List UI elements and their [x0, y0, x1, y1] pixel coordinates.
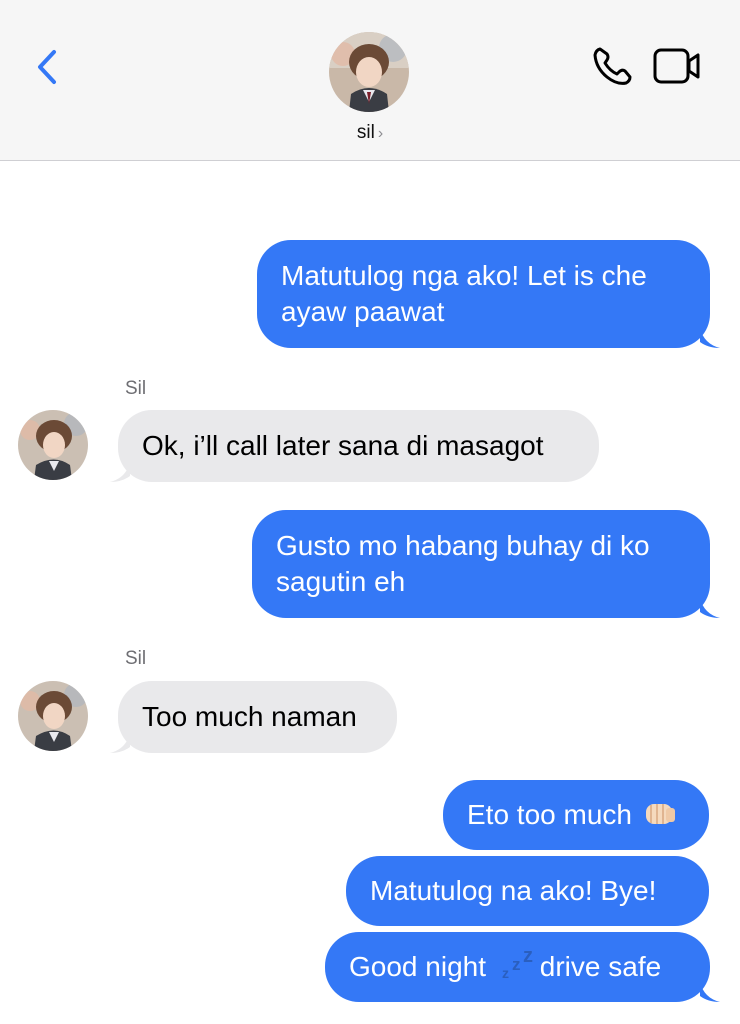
outgoing-message[interactable]: Eto too much — [443, 780, 709, 850]
chevron-right-icon: › — [377, 125, 384, 142]
incoming-message[interactable]: Too much naman — [118, 681, 397, 753]
bubble-tail — [700, 598, 720, 618]
phone-icon — [593, 47, 632, 85]
conversation-header: sil › — [0, 0, 740, 161]
outgoing-message[interactable]: Matutulog na ako! Bye! — [346, 856, 709, 926]
avatar-photo — [18, 410, 88, 480]
incoming-message[interactable]: Ok, i’ll call later sana di masagot — [118, 410, 599, 482]
outgoing-message[interactable]: Gusto mo habang buhay di ko sagutin eh — [252, 510, 710, 618]
message-text-end: drive safe — [539, 951, 662, 982]
sender-label: Sil — [125, 648, 147, 669]
message-text: Matutulog nga ako! Let is che ayaw paawa… — [281, 260, 647, 327]
contact-name: sil — [356, 122, 375, 143]
outgoing-message[interactable]: Good night z z z drive safe — [325, 932, 710, 1002]
message-text: Too much naman — [142, 701, 357, 732]
bubble-tail — [110, 462, 130, 482]
messages-screen: sil › Matutulog nga ako! Let is che ayaw … — [0, 0, 740, 1024]
avatar-photo — [329, 32, 409, 112]
message-text: Matutulog na ako! Bye! — [370, 875, 657, 906]
message-text-start: Good night — [349, 951, 486, 982]
outgoing-message[interactable]: Matutulog nga ako! Let is che ayaw paawa… — [257, 240, 710, 348]
avatar-photo — [18, 681, 88, 751]
sender-label: Sil — [125, 378, 147, 399]
bubble-tail — [700, 328, 720, 348]
sender-avatar[interactable] — [18, 410, 88, 480]
video-camera-icon — [653, 48, 700, 84]
sender-avatar[interactable] — [18, 681, 88, 751]
fist-bump-icon — [645, 803, 675, 824]
video-call-button[interactable] — [652, 46, 702, 86]
svg-text:z: z — [512, 955, 521, 974]
svg-text:z: z — [502, 965, 509, 981]
zzz-icon: z z z — [502, 946, 533, 981]
chevron-left-icon — [38, 50, 56, 84]
message-text: Eto too much — [467, 799, 632, 830]
back-button[interactable] — [30, 46, 64, 88]
contact-avatar[interactable] — [329, 32, 409, 112]
message-text: Ok, i’ll call later sana di masagot — [142, 430, 544, 461]
bubble-tail — [700, 982, 720, 1002]
contact-name-button[interactable]: sil › — [0, 122, 740, 144]
message-text: Gusto mo habang buhay di ko sagutin eh — [276, 530, 650, 597]
svg-text:z: z — [523, 946, 533, 967]
audio-call-button[interactable] — [590, 44, 634, 88]
bubble-tail — [110, 733, 130, 753]
